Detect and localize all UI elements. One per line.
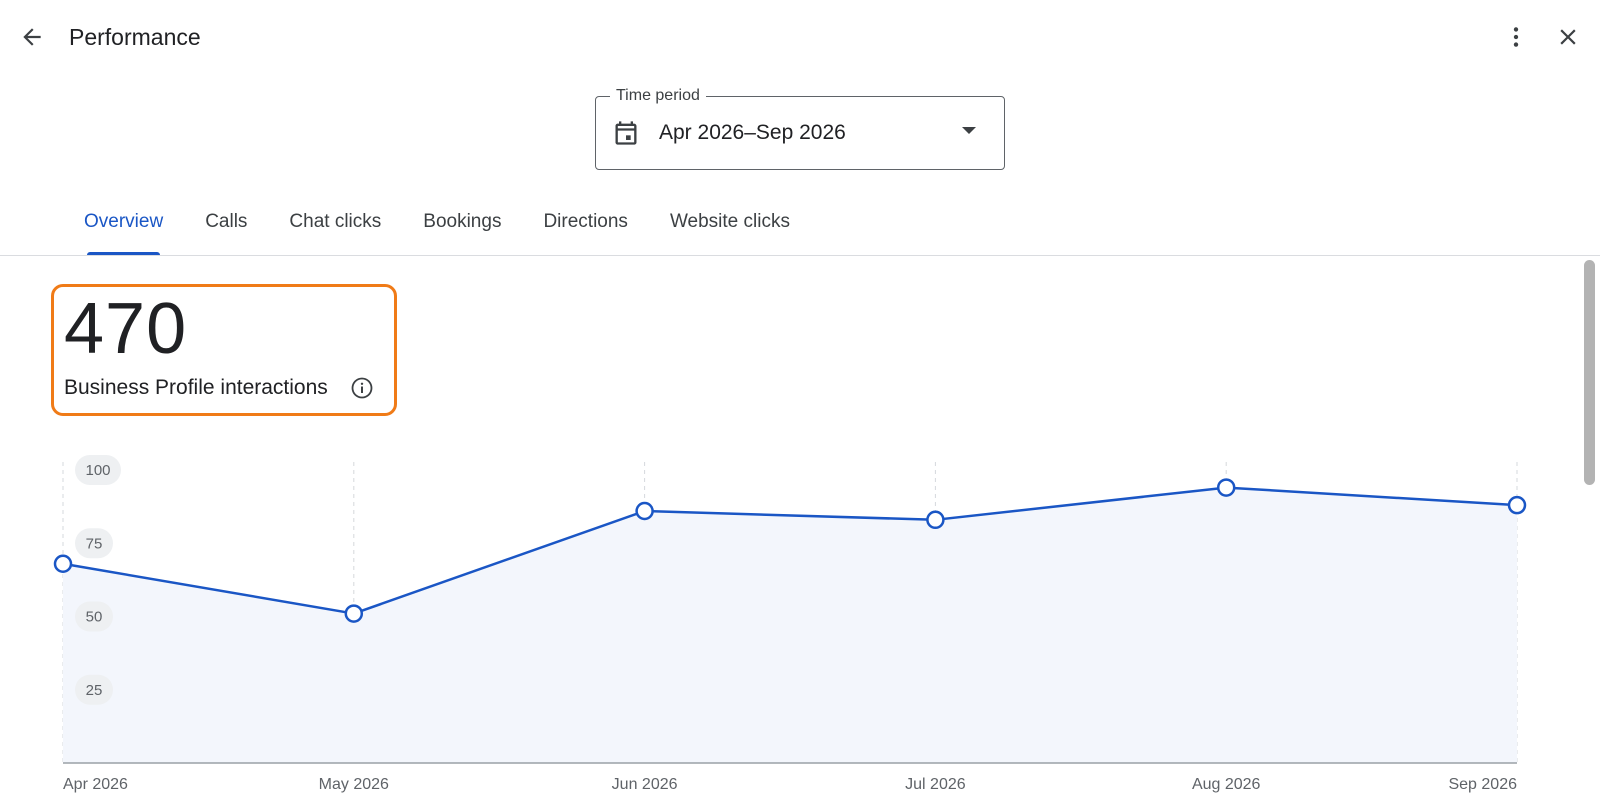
tab-calls[interactable]: Calls bbox=[184, 198, 268, 256]
tab-bookings[interactable]: Bookings bbox=[402, 198, 522, 256]
x-tick-label: Sep 2026 bbox=[1448, 776, 1517, 793]
page-title: Performance bbox=[69, 24, 201, 50]
tab-label: Calls bbox=[205, 211, 248, 232]
time-period-label: Time period bbox=[610, 86, 706, 106]
tab-label: Website clicks bbox=[669, 211, 790, 232]
time-period-select[interactable]: Time period Apr 2026–Sep 2026 bbox=[595, 86, 1005, 170]
area-fill bbox=[63, 487, 1517, 763]
x-tick-label: Aug 2026 bbox=[1192, 776, 1261, 793]
info-icon[interactable] bbox=[350, 376, 374, 400]
y-tick-label: 75 bbox=[86, 535, 103, 552]
x-tick-label: Jun 2026 bbox=[612, 776, 678, 793]
data-point bbox=[53, 554, 73, 574]
tab-label: Overview bbox=[84, 211, 164, 232]
dropdown-arrow-icon bbox=[962, 127, 976, 134]
arrow-left-icon bbox=[23, 28, 41, 46]
y-tick-label: 25 bbox=[86, 682, 103, 699]
calendar-icon bbox=[615, 121, 637, 145]
data-point bbox=[344, 604, 364, 623]
interactions-label: Business Profile interactions bbox=[64, 376, 328, 399]
x-tick-label: Jul 2026 bbox=[905, 776, 966, 793]
interactions-total: 470 bbox=[64, 289, 188, 369]
x-tick-label: May 2026 bbox=[319, 776, 389, 793]
more-vert-icon bbox=[1513, 27, 1519, 47]
x-tick-label: Apr 2026 bbox=[63, 776, 128, 793]
tab-chat-clicks[interactable]: Chat clicks bbox=[268, 198, 402, 256]
tab-overview[interactable]: Overview bbox=[63, 198, 184, 256]
time-period-value: Apr 2026–Sep 2026 bbox=[659, 121, 846, 144]
tab-label: Bookings bbox=[423, 211, 502, 232]
tab-label: Chat clicks bbox=[289, 211, 382, 232]
close-icon bbox=[1560, 29, 1576, 45]
tab-label: Directions bbox=[543, 211, 628, 232]
tab-divider bbox=[0, 255, 1600, 256]
data-point bbox=[1507, 495, 1527, 515]
close-button[interactable] bbox=[1548, 17, 1588, 57]
tab-bar: Overview Calls Chat clicks Bookings Dire… bbox=[63, 198, 811, 256]
interactions-summary-card: 470 Business Profile interactions bbox=[51, 284, 397, 416]
y-tick-label: 100 bbox=[85, 462, 110, 479]
interactions-chart: 100 75 50 25 Apr 2026 May 2026 Jun 2026 Jul 202… bbox=[53, 455, 1527, 793]
data-point bbox=[926, 510, 945, 530]
top-bar: Performance bbox=[0, 0, 1600, 74]
more-options-button[interactable] bbox=[1496, 17, 1536, 57]
tab-directions[interactable]: Directions bbox=[522, 198, 648, 256]
data-point bbox=[1216, 478, 1236, 497]
tab-website-clicks[interactable]: Website clicks bbox=[649, 198, 811, 256]
y-tick-label: 50 bbox=[86, 609, 103, 626]
data-point bbox=[635, 501, 654, 521]
back-button[interactable] bbox=[12, 17, 52, 57]
